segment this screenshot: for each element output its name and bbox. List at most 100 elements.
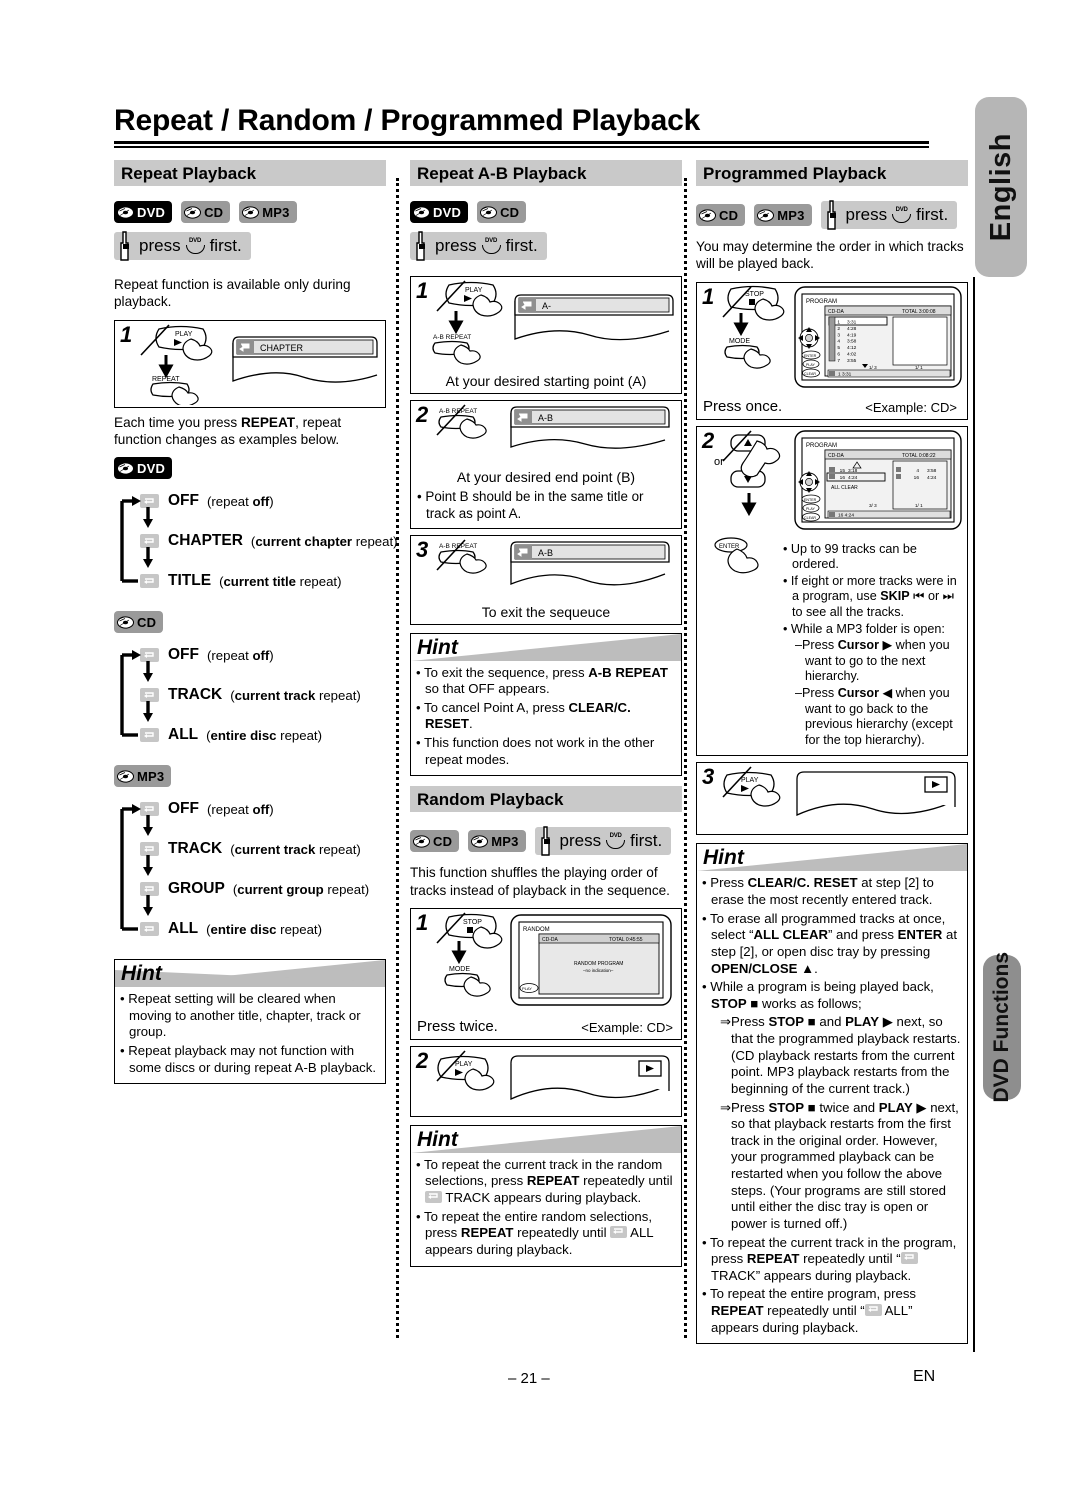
hint-item: • To repeat the current track in the pro…: [702, 1234, 957, 1283]
svg-text:16 4:24: 16 4:24: [838, 512, 854, 518]
hint-item: • To erase all programmed tracks at once…: [702, 910, 958, 976]
svg-text:4:12: 4:12: [847, 345, 857, 351]
svg-text:3:58: 3:58: [927, 468, 937, 474]
repeat-icon: [140, 882, 159, 896]
svg-text:4:02: 4:02: [847, 351, 857, 357]
disc-badge-row: CD MP3 press DVD first.: [696, 200, 968, 230]
step-caption: At your desired starting point (A): [445, 373, 647, 389]
disc-badge-cd: CD: [696, 204, 746, 226]
step-box-random-1: 1 STOP MODE RANDOM CD-DA TOTAL 0:45:55 R…: [410, 907, 682, 1040]
svg-text:A-B: A-B: [538, 413, 553, 423]
step-number: 1: [702, 283, 715, 309]
hint-item: • To exit the sequence, press A-B REPEAT…: [416, 664, 668, 697]
disc-badge-mp3: MP3: [239, 201, 297, 223]
press-dvd-first-pill: press DVD first.: [410, 231, 547, 261]
edge-tab-language: English: [975, 97, 1027, 277]
first-label: first.: [209, 236, 242, 255]
step-note: • Point B should be in the same title or…: [417, 489, 644, 521]
disc-icon: [184, 205, 202, 219]
svg-text:ENTER: ENTER: [804, 354, 817, 358]
disc-badge-dvd: DVD: [114, 201, 173, 223]
repeat-icon: [140, 842, 159, 856]
column-divider-1: [396, 178, 401, 1338]
svg-text:RANDOM PROGRAM: RANDOM PROGRAM: [574, 961, 623, 967]
repeat-icon: [140, 728, 159, 742]
step-number: 1: [120, 321, 133, 347]
disc-icon: [117, 461, 134, 475]
section-title: Random Playback: [417, 790, 564, 810]
disc-icon: [757, 208, 775, 222]
flow-item-note: (current chapter repeat): [250, 533, 398, 549]
step-caption: Press twice.: [417, 1017, 498, 1035]
plug-icon: [540, 826, 553, 856]
disc-badge-label: CD: [433, 833, 453, 849]
repeat-icon: [864, 1304, 882, 1317]
disc-icon: [117, 205, 134, 219]
repeat-icon: [610, 1226, 628, 1239]
hint-item: ⇒Press STOP ■ twice and PLAY ▶ next, so …: [720, 1099, 959, 1231]
svg-text:4: 4: [837, 338, 840, 344]
step-box-prog-2: 2 or PROGRAM CD-DA TOTAL 0:08:22 ENTER P…: [696, 425, 968, 757]
svg-text:TOTAL 0:45:55: TOTAL 0:45:55: [609, 937, 643, 943]
disc-tray-icon: DVD: [606, 833, 626, 850]
step-caption: To exit the sequeuce: [481, 603, 611, 620]
flow-item-label: TRACK: [168, 686, 223, 703]
hint-title: Hint: [417, 635, 458, 659]
repeat-icon: [140, 534, 159, 548]
hint-title: Hint: [121, 962, 162, 985]
press-first-pill-wrap: press DVD first.: [410, 231, 682, 266]
svg-text:MODE: MODE: [449, 966, 470, 973]
hint-item: • To repeat the entire program, press RE…: [702, 1286, 917, 1335]
flow-item: OFF (repeat off): [114, 789, 386, 829]
step-number: 2: [702, 427, 715, 453]
first-label: first.: [630, 831, 663, 851]
hint-header: Hint: [115, 960, 385, 987]
flow-item: TRACK (current track repeat): [114, 829, 386, 869]
column-divider-2: [684, 178, 689, 1338]
flow-item-note: (repeat off): [207, 647, 274, 663]
disc-icon: [413, 835, 430, 848]
flow-item-label: OFF: [168, 646, 199, 663]
step-number: 1: [416, 909, 429, 935]
repeat-icon: [900, 1252, 918, 1265]
svg-text:PLAY: PLAY: [806, 507, 816, 511]
section-header-repeat-ab: Repeat A-B Playback: [410, 160, 686, 190]
section-title: Repeat Playback: [121, 164, 257, 183]
flow-item: OFF (repeat off): [114, 635, 386, 675]
hint-item: • To repeat the current track in the ran…: [416, 1156, 673, 1205]
flow-item-note: (current track repeat): [230, 841, 361, 857]
step-box-prog-1: 1 STOP MODE PROGRAM CD-DA TOTAL 3:00:08: [696, 281, 968, 420]
disc-badge-mp3: MP3: [754, 204, 812, 226]
flow-item: GROUP (current group repeat): [114, 869, 386, 909]
svg-text:CD-DA: CD-DA: [828, 309, 844, 315]
column-repeat-playback: Repeat Playback DVD CD MP3 press DVD first…: [114, 160, 398, 1094]
svg-text:A-B REPEAT: A-B REPEAT: [433, 334, 471, 341]
disc-badge-label: CD: [137, 614, 157, 630]
repeat-icon: [140, 574, 159, 588]
intro-text: You may determine the order in which tra…: [696, 239, 964, 272]
edge-vertical-rule: [973, 277, 975, 1352]
flow-badge-row: DVD: [114, 457, 386, 479]
press-dvd-first-pill: press DVD first.: [820, 200, 958, 230]
step-example-label: <Example: CD>: [865, 399, 957, 415]
svg-text:MODE: MODE: [729, 338, 750, 345]
disc-tray-icon: DVD: [481, 238, 501, 254]
hint-box-ab: Hint • To exit the sequence, press A-B R…: [410, 632, 682, 777]
svg-text:A-: A-: [542, 301, 551, 311]
svg-text:TOTAL 0:08:22: TOTAL 0:08:22: [902, 453, 936, 459]
repeat-icon: [140, 494, 159, 508]
flow-item: TITLE (current title repeat): [114, 561, 386, 601]
disc-icon: [699, 208, 716, 222]
flow-item-label: OFF: [168, 492, 199, 509]
step-box-ab-2: 2 A-B REPEAT A-B At your desired end poi…: [410, 400, 682, 529]
manual-page: Repeat / Random / Programmed Playback En…: [0, 0, 1080, 1487]
step-note-item: • If eight or more tracks were in a prog…: [783, 573, 957, 619]
step-box-prog-3: 3 PLAY: [696, 762, 968, 836]
hint-item: • Repeat setting will be cleared when mo…: [120, 991, 361, 1040]
first-label: first.: [916, 205, 949, 224]
step-box-ab-3: 3 A-B REPEAT A-B To exit the sequeuce: [410, 534, 682, 625]
flow-item-label: ALL: [168, 920, 199, 937]
svg-text:PLAY: PLAY: [522, 986, 532, 991]
disc-badge-label: MP3: [137, 768, 165, 784]
flow-item: ALL (entire disc repeat): [114, 715, 386, 755]
